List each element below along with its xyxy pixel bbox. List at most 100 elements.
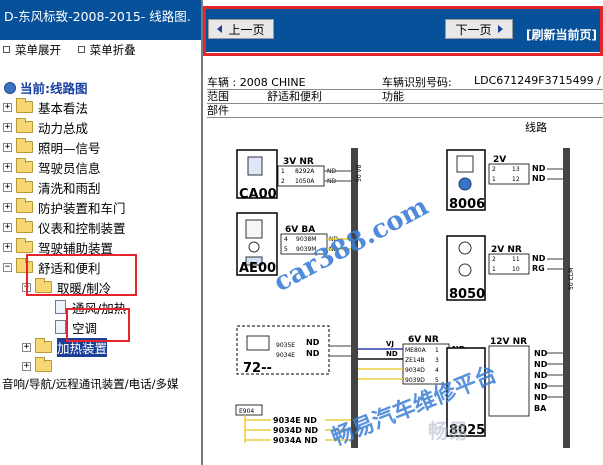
wire-id: 9034D [405,367,425,374]
tree-item-wipers[interactable]: + 清洗和雨刮 [3,178,101,196]
folder-icon [16,158,33,173]
wire-color: ND [386,350,398,358]
tree-item-basics[interactable]: + 基本看法 [3,98,88,116]
ground-bus-left [351,148,358,448]
thermostat-icon [456,155,474,173]
e904-label: E904 [239,408,254,415]
wire-id: 9034A ND [273,436,318,445]
tree-item-instruments[interactable]: + 仪表和控制装置 [3,218,126,236]
pin-no: 3 [435,357,439,364]
expand-all-label: 菜单展开 [15,43,61,57]
collapse-minus-icon[interactable]: − [3,262,12,272]
folder-icon [16,218,33,233]
component-ae00[interactable]: AE00 [236,212,278,276]
wire-id: 1050A [295,178,315,185]
tree-item-doors[interactable]: + 防护装置和车门 [3,198,126,216]
expand-plus-icon[interactable]: + [22,342,31,352]
8025-colors: ND ND ND ND ND BA [534,349,548,413]
wire [547,168,563,180]
wire [329,345,351,357]
tree-item-more[interactable]: + [22,357,57,375]
navigation-pane: D-东风标致-2008-2015- 线路图. 菜单展开 菜单折叠 当前:线路图 … [0,0,203,465]
folder-icon [16,118,33,133]
wire-id: 9038M [296,236,316,243]
expand-plus-icon[interactable]: + [22,361,31,371]
folder-icon [35,357,52,372]
tree-item-label: 清洗和雨刮 [38,180,101,196]
scope-label: 范围 [207,90,229,103]
expand-plus-icon[interactable]: + [3,142,12,152]
expand-plus-icon[interactable]: + [3,162,12,172]
component-ca00[interactable]: CA00 [236,149,278,202]
gear-icon [458,177,472,191]
expand-plus-icon[interactable]: + [3,102,12,112]
function-label: 功能 [382,90,404,103]
wire-color: ND [306,338,320,347]
expand-plus-icon[interactable]: + [3,242,12,252]
folder-icon [16,138,33,153]
expand-plus-icon[interactable]: + [3,182,12,192]
folder-icon [16,178,33,193]
collapse-all-label: 菜单折叠 [89,43,136,57]
tree-item-lighting[interactable]: + 照明—信号 [3,138,101,156]
tree-root-label: 当前:线路图 [20,81,88,96]
globe-icon [4,81,16,94]
content-pane: 上一页 下一页 [刷新当前页] 车辆 : 2008 CHINE 车辆识别号码: … [203,0,603,465]
tree-item-label: 动力总成 [38,120,89,136]
wire-color: ND [532,164,546,173]
component-8006[interactable]: 8006 [446,149,486,212]
expand-all-menu[interactable]: 菜单展开 [0,43,61,57]
tree-item-audio-nav[interactable]: 音响/导航/远程通讯装置/电话/多媒 [2,376,179,392]
watermark-brand-faint: 畅易 [428,419,468,443]
motor-icon [458,241,472,255]
wire-color: ND [534,371,548,380]
pin-no: 2 [492,166,496,173]
ca00-connector: 3V NR [283,157,314,167]
folder-icon [35,338,52,353]
72-pins: 9035E ND 9034E ND [276,338,320,359]
wire-id: ZE14B [405,357,425,364]
pin-no: 1 [492,266,496,273]
8050-connector: 2V NR [491,245,522,255]
tree-item-powertrain[interactable]: + 动力总成 [3,118,88,136]
tree-item-driver-info[interactable]: + 驾驶员信息 [3,158,101,176]
bus-label-right: 50 CLM [568,268,575,290]
expand-plus-icon[interactable]: + [3,122,12,132]
tree-item-label: 驾驶员信息 [38,160,101,176]
wire-color: ND [534,349,548,358]
ground-bus-right [563,148,570,448]
wire-id: 11 [512,256,520,263]
wire-id: 12 [512,176,520,183]
ignition-key-icon [247,156,263,176]
e904-wires: 9034E ND 9034D ND 9034A ND [273,416,318,445]
document-icon [55,300,66,314]
collapse-all-menu[interactable]: 菜单折叠 [75,43,136,57]
wire-color: RG [532,264,545,273]
pin-no: 1 [281,168,285,175]
tree-root[interactable]: 当前:线路图 [4,78,88,97]
expand-icon [3,46,10,53]
mid-connector: 6V NR [408,335,439,345]
folder-icon [16,198,33,213]
wire-color: ND [532,254,546,263]
wire-color: VJ [386,340,394,348]
pin-no: 1 [435,347,439,354]
expand-plus-icon[interactable]: + [3,202,12,212]
annotation-box-toolbar [203,6,603,56]
pin-no: 2 [281,178,285,185]
vehicle-label: 车辆 : 2008 CHINE [207,76,306,89]
pin-no: 5 [284,246,288,253]
tree-item-label: 照明—信号 [38,140,101,156]
wire-color: ND [534,360,548,369]
vin-value: LDC671249F3715499 / OPR : [474,74,603,87]
wire-id: 9034E ND [273,416,317,425]
expand-plus-icon[interactable]: + [3,222,12,232]
8050-label: 8050 [449,287,485,302]
motor-icon [248,241,260,253]
component-8050[interactable]: 8050 [446,235,486,302]
8025-connector: 12V NR [490,337,527,347]
wire [547,258,563,270]
ae00-connector: 6V BA [285,225,315,235]
bus-label-left: 50 V8 [356,164,363,182]
menu-row: 菜单展开 菜单折叠 [0,42,146,60]
